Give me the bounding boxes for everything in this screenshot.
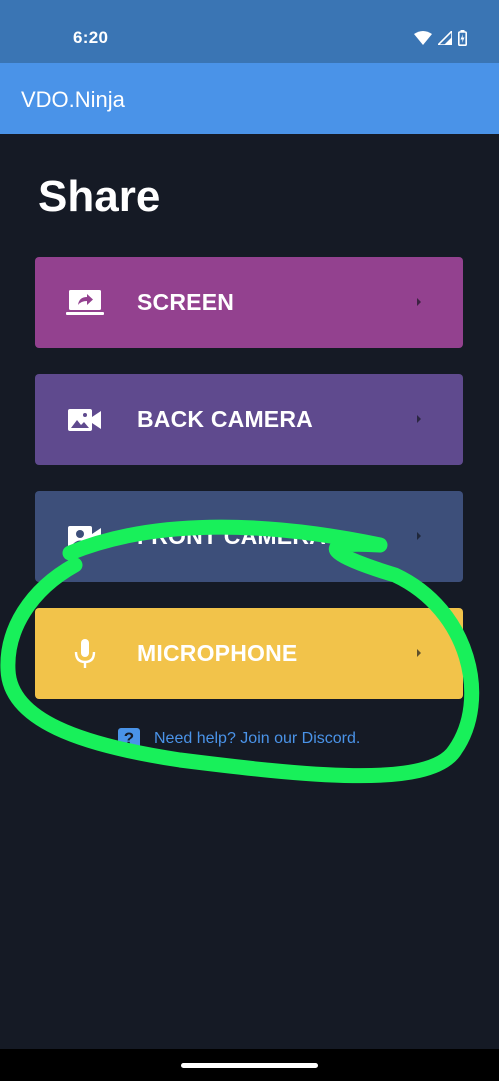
chevron-right-icon (417, 649, 421, 657)
card-label: MICROPHONE (137, 640, 298, 666)
card-label: FRONT CAMERA (137, 523, 326, 549)
question-icon: ? (118, 728, 140, 750)
status-time: 6:20 (73, 28, 109, 47)
wifi-icon (414, 31, 432, 45)
status-bar: 6:20 (0, 0, 499, 63)
app-bar: VDO.Ninja (0, 63, 499, 134)
battery-icon (458, 30, 467, 46)
share-screen-button[interactable]: SCREEN (35, 257, 463, 348)
share-microphone-button[interactable]: MICROPHONE (35, 608, 463, 699)
chevron-right-icon (417, 532, 421, 540)
card-label: BACK CAMERA (137, 406, 313, 432)
navigation-bar (0, 1049, 499, 1081)
chevron-right-icon (417, 415, 421, 423)
card-label: SCREEN (137, 289, 235, 315)
share-front-camera-button[interactable]: FRONT CAMERA (35, 491, 463, 582)
share-back-camera-button[interactable]: BACK CAMERA (35, 374, 463, 465)
page-title: Share (38, 172, 161, 221)
home-indicator[interactable] (181, 1063, 318, 1068)
status-icons (414, 30, 467, 46)
cell-signal-icon (438, 31, 452, 45)
video-camera-icon (68, 526, 101, 548)
camera-icon (68, 409, 101, 431)
chevron-right-icon (417, 298, 421, 306)
app-title: VDO.Ninja (21, 87, 125, 112)
microphone-icon (74, 639, 96, 668)
share-screen: Share SCREEN BACK CAMERA FRONT CAMERA MI… (0, 134, 499, 1049)
screen-share-icon (66, 290, 104, 315)
discord-help-link[interactable]: ? Need help? Join our Discord. (118, 728, 360, 750)
help-text: Need help? Join our Discord. (154, 730, 361, 747)
